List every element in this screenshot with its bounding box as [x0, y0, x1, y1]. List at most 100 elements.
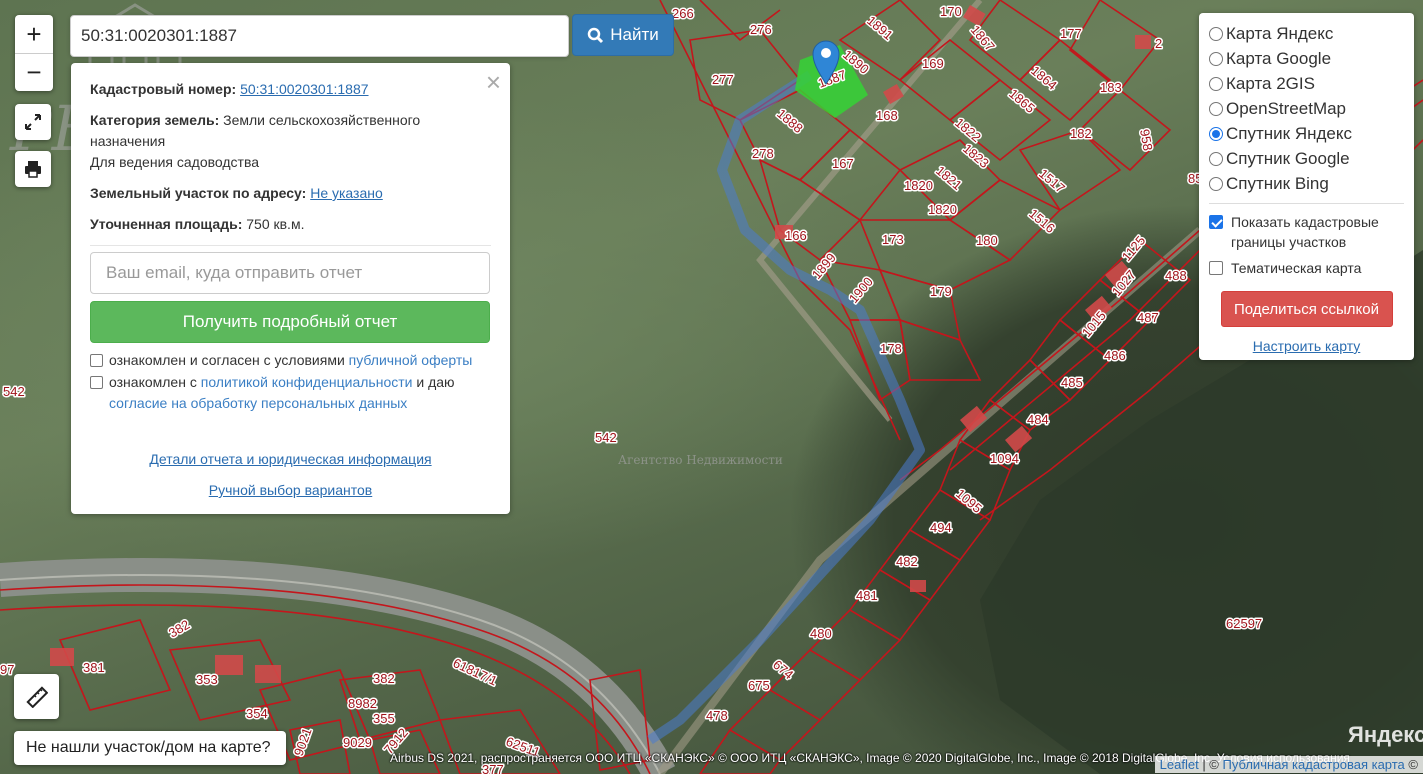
plot-label: 167 [832, 156, 854, 171]
plot-label: 9029 [343, 735, 372, 750]
plot-label: 177 [1060, 26, 1082, 41]
plot-label: 1820 [904, 178, 933, 193]
print-button[interactable] [15, 151, 51, 187]
layer-radio[interactable] [1209, 51, 1223, 66]
get-report-button[interactable]: Получить подробный отчет [90, 301, 490, 343]
leaflet-link[interactable]: Leaflet [1160, 757, 1199, 772]
plot-label: 542 [3, 384, 25, 399]
layer-option[interactable]: Спутник Bing [1209, 171, 1404, 196]
layer-radio[interactable] [1209, 151, 1223, 166]
report-details-link[interactable]: Детали отчета и юридическая информация [149, 451, 431, 467]
cadastral-number-link[interactable]: 50:31:0020301:1887 [240, 81, 368, 97]
layer-label: Карта Google [1226, 48, 1332, 68]
layer-option[interactable]: Карта 2GIS [1209, 71, 1404, 96]
layer-option[interactable]: Спутник Google [1209, 146, 1404, 171]
layer-option[interactable]: Спутник Яндекс [1209, 121, 1404, 146]
personal-data-consent-link[interactable]: согласие на обработку персональных данны… [109, 395, 407, 411]
land-category-row: Категория земель: Земли сельскохозяйстве… [90, 110, 491, 152]
plot-label: 278 [752, 146, 774, 161]
plot-label: 9021 [291, 726, 315, 758]
privacy-agreement-checkbox[interactable] [90, 376, 103, 389]
plot-label: 1094 [990, 451, 1019, 466]
search-input[interactable]: 50:31:0020301:1887 [70, 15, 569, 57]
plot-label: 179 [930, 284, 952, 299]
plot-label: 381 [83, 660, 105, 675]
setup-map-link[interactable]: Настроить карту [1253, 338, 1361, 354]
watermark-subtitle: Агентство Недвижимости [618, 453, 783, 467]
layer-radio[interactable] [1209, 76, 1223, 91]
layer-radio[interactable] [1209, 26, 1223, 41]
not-found-button[interactable]: Не нашли участок/дом на карте? [14, 731, 286, 765]
layer-option[interactable]: OpenStreetMap [1209, 96, 1404, 121]
plot-label: 494 [930, 520, 952, 535]
share-link-button[interactable]: Поделиться ссылкой [1220, 291, 1393, 327]
zoom-in-button[interactable]: + [15, 15, 53, 53]
layer-radio[interactable] [1209, 176, 1223, 191]
close-icon[interactable]: × [486, 67, 501, 98]
privacy-agreement-text: ознакомлен с политикой конфиденциальност… [109, 374, 455, 411]
email-field[interactable]: Ваш email, куда отправить отчет [90, 252, 490, 294]
offer-agreement-checkbox[interactable] [90, 354, 103, 367]
plot-label: 481 [856, 588, 878, 603]
cadastral-map-link[interactable]: Публичная кадастровая карта [1223, 757, 1405, 772]
layer-label: OpenStreetMap [1226, 98, 1347, 118]
setup-map-row: Настроить карту [1209, 338, 1404, 354]
privacy-agreement-row: ознакомлен с политикой конфиденциальност… [90, 372, 491, 414]
plot-label: 1095 [953, 486, 985, 516]
offer-agreement-text: ознакомлен и согласен с условиями публич… [109, 352, 473, 368]
layer-option[interactable]: Карта Яндекс [1209, 21, 1404, 46]
plot-label: 61817/1 [451, 655, 500, 688]
plot-label: 8982 [348, 696, 377, 711]
plot-label: 277 [712, 72, 734, 87]
layer-label: Спутник Яндекс [1226, 123, 1352, 143]
plot-label: 169 [922, 56, 944, 71]
plot-label: 1821 [933, 163, 965, 193]
privacy-policy-link[interactable]: политикой конфиденциальности [201, 374, 413, 390]
printer-icon [25, 161, 41, 178]
plot-label: 1888 [774, 106, 806, 136]
layer-radio[interactable] [1209, 101, 1223, 116]
plot-label: 486 [1104, 348, 1126, 363]
plot-label: 353 [196, 672, 218, 687]
plot-label: 170 [940, 4, 962, 19]
zoom-out-button[interactable]: − [15, 53, 53, 91]
land-category-label: Категория земель: [90, 112, 220, 128]
show-cadastral-checkbox[interactable] [1209, 215, 1223, 229]
plot-label: 382 [166, 617, 192, 641]
expand-icon [25, 114, 41, 130]
plot-label: 354 [246, 706, 268, 721]
thematic-map-label: Тематическая карта [1231, 260, 1362, 276]
plot-label: 62597 [1226, 616, 1262, 631]
ruler-icon [25, 685, 48, 708]
plot-label: 182 [1070, 126, 1092, 141]
area-row: Уточненная площадь: 750 кв.м. [90, 214, 491, 235]
public-offer-link[interactable]: публичной оферты [349, 352, 473, 368]
plot-label: 1516 [1026, 206, 1058, 236]
plot-label: 1900 [846, 274, 876, 306]
layer-option[interactable]: Карта Google [1209, 46, 1404, 71]
plot-label: 480 [810, 626, 832, 641]
thematic-map-row[interactable]: Тематическая карта [1209, 258, 1404, 278]
divider [1209, 203, 1404, 204]
plot-label: 166 [785, 228, 807, 243]
zoom-control: + − [15, 15, 53, 91]
plot-label: 1517 [1036, 166, 1068, 196]
area-label: Уточненная площадь: [90, 216, 243, 232]
address-link[interactable]: Не указано [310, 185, 383, 201]
search-button[interactable]: Найти [572, 14, 674, 56]
address-label: Земельный участок по адресу: [90, 185, 307, 201]
manual-selection-link[interactable]: Ручной выбор вариантов [209, 482, 373, 498]
thematic-map-checkbox[interactable] [1209, 261, 1223, 275]
plot-label: 355 [373, 711, 395, 726]
plot-label: 958 [1137, 128, 1156, 152]
plot-label: 173 [882, 232, 904, 247]
plot-label: 1820 [928, 202, 957, 217]
show-cadastral-row[interactable]: Показать кадастровые границы участков [1209, 212, 1404, 252]
plot-label: 97 [0, 662, 14, 677]
fullscreen-button[interactable] [15, 104, 51, 140]
map-attribution: Leaflet | © Публичная кадастровая карта … [1154, 756, 1423, 773]
plot-label: 1822 [952, 115, 984, 145]
address-row: Земельный участок по адресу: Не указано [90, 183, 491, 204]
measure-button[interactable] [14, 674, 59, 719]
layer-radio[interactable] [1209, 126, 1223, 141]
